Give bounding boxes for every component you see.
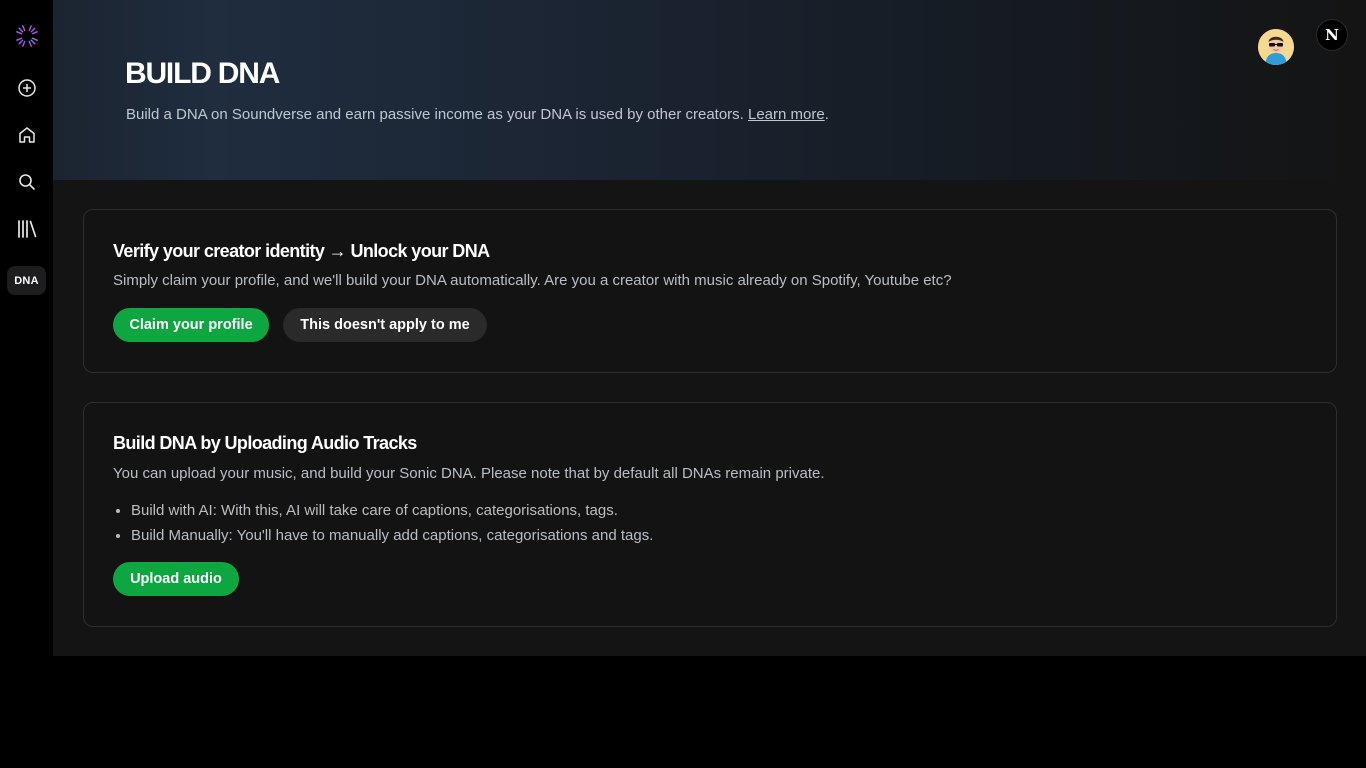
plus-circle-icon[interactable]: [7, 73, 46, 103]
library-icon[interactable]: [7, 214, 46, 244]
user-avatar-icon[interactable]: [1258, 29, 1294, 65]
upload-audio-button[interactable]: Upload audio: [113, 562, 239, 596]
list-item: Build with AI: With this, AI will take c…: [131, 501, 653, 526]
not-applicable-button[interactable]: This doesn't apply to me: [283, 308, 487, 342]
home-icon[interactable]: [7, 120, 46, 150]
account-badge[interactable]: N: [1316, 19, 1348, 51]
page-description-text: Build a DNA on Soundverse and earn passi…: [126, 106, 744, 123]
search-icon[interactable]: [7, 167, 46, 197]
sidebar-item-dna[interactable]: DNA: [7, 266, 46, 295]
upload-card-description: You can upload your music, and build you…: [113, 465, 825, 482]
verify-identity-card: Verify your creator identity → Unlock yo…: [83, 209, 1337, 373]
main-content: BUILD DNA Build a DNA on Soundverse and …: [53, 0, 1366, 656]
upload-tracks-card: Build DNA by Uploading Audio Tracks You …: [83, 402, 1337, 627]
account-badge-letter: N: [1325, 26, 1339, 44]
page-description: Build a DNA on Soundverse and earn passi…: [126, 105, 829, 125]
sidebar: DNA: [0, 0, 53, 768]
sidebar-item-dna-label: DNA: [14, 274, 39, 287]
learn-more-link[interactable]: Learn more: [748, 106, 825, 123]
description-period: .: [824, 106, 829, 123]
claim-profile-button[interactable]: Claim your profile: [113, 308, 269, 342]
hero-header: BUILD DNA Build a DNA on Soundverse and …: [53, 0, 1366, 180]
page-title: BUILD DNA: [125, 57, 280, 90]
verify-card-description: Simply claim your profile, and we'll bui…: [113, 272, 952, 289]
upload-card-title: Build DNA by Uploading Audio Tracks: [113, 433, 417, 453]
verify-card-title: Verify your creator identity → Unlock yo…: [113, 241, 490, 261]
soundverse-logo-icon[interactable]: [7, 21, 46, 51]
build-options-list: Build with AI: With this, AI will take c…: [113, 501, 653, 551]
list-item: Build Manually: You'll have to manually …: [131, 526, 653, 551]
